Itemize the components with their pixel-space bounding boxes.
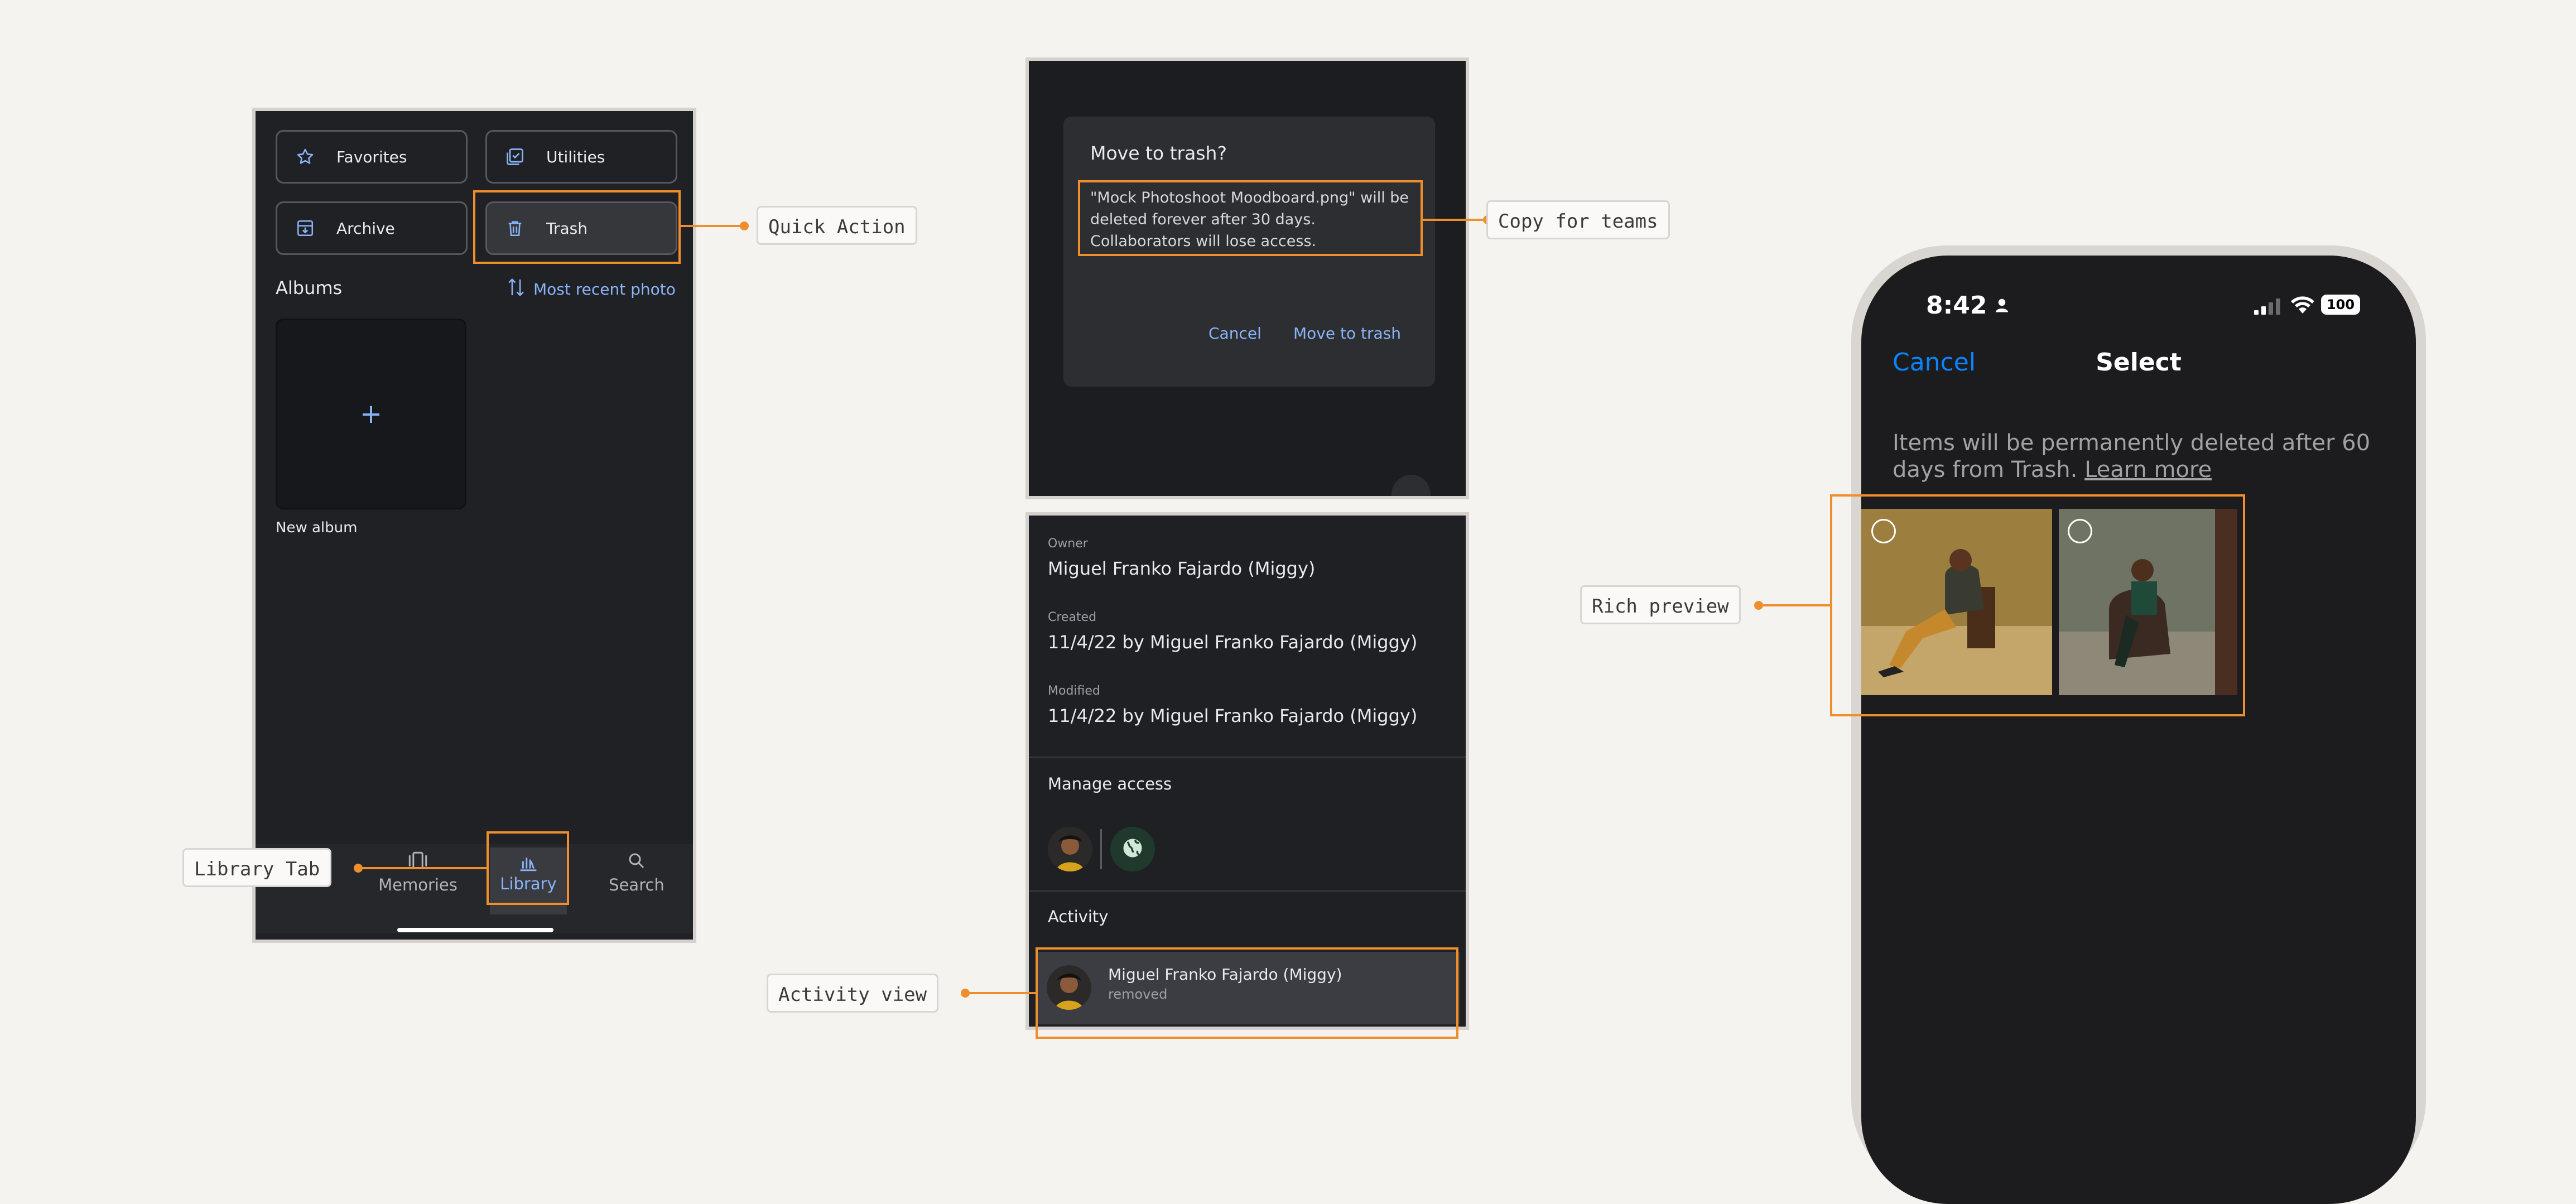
archive-icon	[294, 217, 316, 239]
modified-value: 11/4/22 by Miguel Franko Fajardo (Miggy)	[1048, 705, 1418, 726]
utilities-icon	[504, 146, 526, 168]
sort-button[interactable]: Most recent photo	[507, 276, 676, 302]
favorites-label: Favorites	[336, 147, 407, 166]
created-label: Created	[1048, 610, 1097, 624]
archive-label: Archive	[336, 219, 395, 238]
owner-label: Owner	[1048, 537, 1088, 551]
connector	[1759, 604, 1830, 606]
annotation-copy-for-teams: Copy for teams	[1486, 200, 1670, 239]
manage-access-heading: Manage access	[1048, 774, 1172, 793]
learn-more-link[interactable]: Learn more	[2084, 457, 2212, 483]
phone-screen: 8:42 100 Cancel Select Items will be per…	[1861, 256, 2416, 1204]
utilities-label: Utilities	[546, 147, 605, 166]
connector-dot	[961, 989, 970, 998]
albums-heading: Albums	[276, 277, 343, 298]
globe-icon	[1120, 836, 1145, 863]
connector	[1423, 219, 1487, 221]
sort-label: Most recent photo	[533, 280, 676, 298]
new-album-label: New album	[276, 519, 358, 536]
highlight-copy	[1078, 180, 1423, 256]
new-album-tile[interactable]: +	[276, 319, 466, 509]
dialog-title: Move to trash?	[1090, 142, 1227, 164]
signal-icon	[2254, 298, 2282, 317]
plus-icon: +	[359, 398, 383, 430]
public-access-button[interactable]	[1110, 827, 1155, 871]
archive-button[interactable]: Archive	[276, 201, 468, 255]
phone-frame: 8:42 100 Cancel Select Items will be per…	[1851, 245, 2426, 1204]
nav-search[interactable]: Search	[595, 851, 678, 894]
connector-dot	[1754, 601, 1763, 610]
annotation-rich-preview: Rich preview	[1580, 585, 1741, 624]
cancel-button[interactable]: Cancel	[1208, 324, 1261, 343]
status-time: 8:42	[1926, 291, 2010, 320]
search-icon	[595, 851, 678, 875]
nav-memories[interactable]: Memories	[376, 851, 460, 894]
move-to-trash-button[interactable]: Move to trash	[1293, 324, 1401, 343]
battery-icon: 100	[2321, 295, 2360, 315]
connector-dot	[740, 221, 749, 230]
highlight-activity	[1036, 947, 1458, 1039]
divider	[1029, 757, 1466, 758]
annotation-quick-action: Quick Action	[757, 206, 917, 245]
home-indicator	[397, 928, 553, 932]
select-title: Select	[2096, 348, 2182, 377]
utilities-button[interactable]: Utilities	[485, 130, 677, 184]
memories-label: Memories	[378, 875, 458, 894]
highlight-library-tab	[487, 831, 569, 905]
modified-label: Modified	[1048, 684, 1100, 698]
divider	[1029, 890, 1466, 892]
highlight-rich-preview	[1830, 494, 2245, 716]
connector-dot	[354, 864, 363, 873]
wifi-icon	[2290, 295, 2315, 317]
person-icon	[1994, 291, 2010, 320]
activity-heading: Activity	[1048, 907, 1109, 926]
fab-button[interactable]	[1391, 475, 1431, 496]
connector	[965, 992, 1036, 994]
annotation-activity-view: Activity view	[767, 974, 939, 1013]
highlight-quick-action	[473, 190, 681, 264]
owner-value: Miguel Franko Fajardo (Miggy)	[1048, 558, 1316, 579]
trash-notice: Items will be permanently deleted after …	[1893, 430, 2395, 483]
sort-icon	[507, 276, 526, 302]
annotation-library-tab: Library Tab	[182, 848, 332, 887]
connector	[358, 867, 487, 869]
owner-avatar[interactable]	[1048, 827, 1092, 871]
time-text: 8:42	[1926, 291, 1987, 320]
search-label: Search	[609, 875, 665, 894]
favorites-button[interactable]: Favorites	[276, 130, 468, 184]
trash-dialog-panel: Move to trash? "Mock Photoshoot Moodboar…	[1025, 57, 1469, 499]
created-value: 11/4/22 by Miguel Franko Fajardo (Miggy)	[1048, 632, 1418, 653]
avatar-separator	[1100, 829, 1102, 869]
memories-icon	[376, 851, 460, 875]
connector	[681, 225, 744, 227]
star-icon	[294, 146, 316, 168]
